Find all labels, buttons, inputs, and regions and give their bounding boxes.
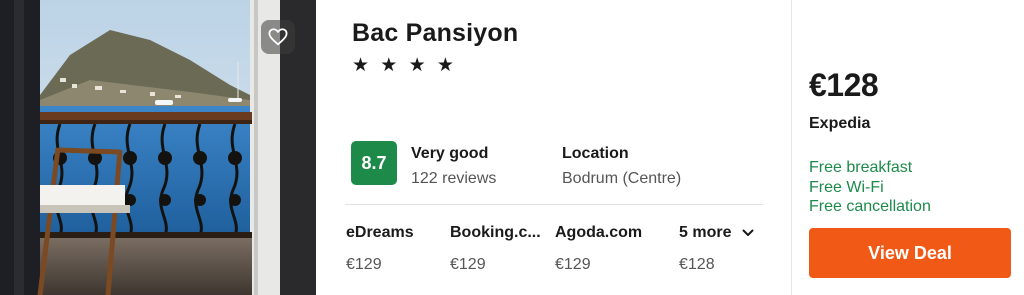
- provider-agoda[interactable]: Agoda.com €129: [555, 224, 642, 274]
- provider-price: €129: [346, 256, 382, 273]
- location-label: Location: [562, 145, 629, 162]
- review-count[interactable]: 122 reviews: [411, 170, 496, 188]
- star-rating: ★ ★ ★ ★: [352, 55, 457, 76]
- location-value: Bodrum (Centre): [562, 170, 682, 187]
- best-price: €128: [809, 67, 879, 103]
- hotel-result-card: Bac Pansiyon ★ ★ ★ ★ 8.7 Very good 122 r…: [0, 0, 1024, 295]
- provider-booking[interactable]: Booking.c... €129: [450, 224, 541, 274]
- divider: [345, 204, 763, 205]
- perk-breakfast: Free breakfast: [809, 159, 913, 176]
- perk-cancellation: Free cancellation: [809, 198, 931, 215]
- hotel-photo[interactable]: [0, 0, 316, 295]
- provider-price: €129: [555, 256, 591, 273]
- review-score-badge: 8.7: [351, 141, 397, 185]
- provider-price: €129: [450, 256, 486, 273]
- chevron-down-icon: [742, 229, 754, 236]
- perks-list: Free breakfast Free Wi-Fi Free cancellat…: [809, 158, 931, 217]
- more-providers-button[interactable]: 5 more €128: [679, 224, 754, 274]
- favorite-button[interactable]: [261, 20, 295, 54]
- more-providers-row: 5 more: [679, 224, 754, 242]
- provider-name: Agoda.com: [555, 224, 643, 241]
- more-providers-price: €128: [679, 256, 715, 273]
- provider-name: Booking.c...: [450, 224, 541, 241]
- provider-edreams[interactable]: eDreams €129: [346, 224, 414, 274]
- more-providers-label: 5 more: [679, 224, 732, 241]
- view-deal-button[interactable]: View Deal: [809, 228, 1011, 278]
- heart-icon: [268, 28, 288, 46]
- provider-name: eDreams: [346, 224, 414, 241]
- rating-label: Very good: [411, 145, 489, 162]
- deal-source: Expedia: [809, 115, 871, 132]
- column-divider: [791, 0, 792, 295]
- hotel-name[interactable]: Bac Pansiyon: [352, 19, 518, 48]
- perk-wifi: Free Wi-Fi: [809, 178, 884, 196]
